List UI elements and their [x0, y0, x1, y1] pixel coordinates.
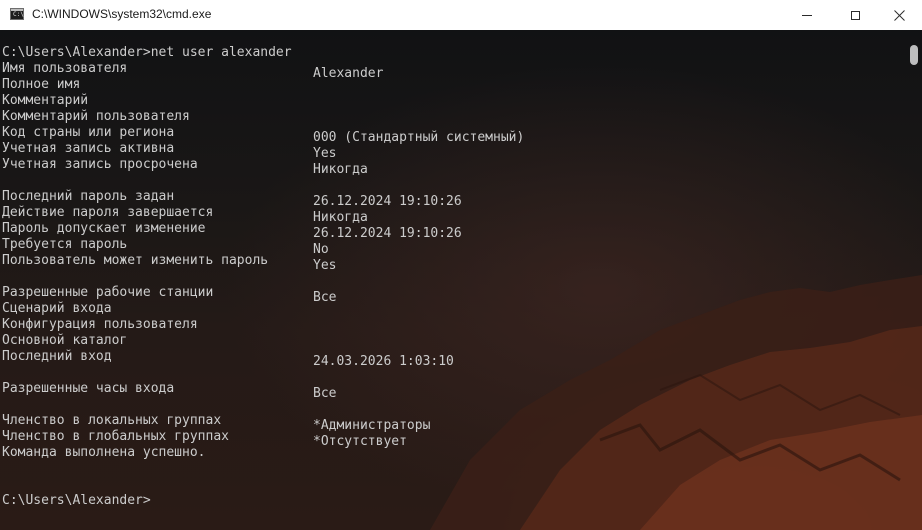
property-label: Разрешенные часы входа — [2, 381, 175, 396]
property-label: Членство в глобальных группах — [2, 429, 229, 444]
property-value: 26.12.2024 19:10:26 — [313, 226, 462, 241]
property-value: Yes — [313, 258, 337, 273]
terminal-property-line: Разрешенные рабочие станции Все — [2, 285, 524, 305]
terminal-property-line: Членство в глобальных группах *Отсутствуе… — [2, 429, 524, 449]
property-label: Членство в локальных группах — [2, 413, 222, 428]
terminal-text-line: Команда выполнена успешно. — [2, 445, 206, 460]
terminal-property-line: Членство в локальных группах *Администрат… — [2, 413, 524, 433]
terminal-command-line: C:\Users\Alexander> — [2, 493, 151, 508]
terminal-output[interactable]: C:\Users\Alexander>net user alexander Имя… — [2, 45, 524, 509]
console-area[interactable]: C:\Users\Alexander>net user alexander Имя… — [0, 30, 922, 530]
property-label: Пароль допускает изменение — [2, 221, 206, 236]
minimize-icon — [802, 14, 812, 16]
terminal-property-line: Пароль допускает изменение 26.12.2024 19:… — [2, 221, 524, 241]
property-label: Комментарий — [2, 93, 89, 108]
close-icon — [893, 9, 905, 21]
terminal-command-line: C:\Users\Alexander>net user alexander — [2, 45, 292, 60]
property-label: Пользователь может изменить пароль — [2, 253, 269, 268]
terminal-property-line: Конфигурация пользователя — [2, 317, 524, 333]
terminal-property-line: Комментарий пользователя — [2, 109, 524, 125]
property-value: 000 (Стандартный системный) — [313, 130, 525, 145]
property-label: Код страны или региона — [2, 125, 175, 140]
terminal-property-line: Основной каталог — [2, 333, 524, 349]
terminal-property-line: Код страны или региона 000 (Стандартный с… — [2, 125, 524, 145]
property-label: Основной каталог — [2, 333, 128, 348]
minimize-button[interactable] — [784, 0, 830, 30]
property-value: Все — [313, 290, 337, 305]
terminal-property-line: Сценарий входа — [2, 301, 524, 317]
close-button[interactable] — [876, 0, 922, 30]
property-label: Разрешенные рабочие станции — [2, 285, 214, 300]
property-label: Действие пароля завершается — [2, 205, 214, 220]
terminal-property-line: Полное имя — [2, 77, 524, 93]
property-value: Alexander — [313, 66, 384, 81]
property-label: Учетная запись просрочена — [2, 157, 198, 172]
property-label: Последний вход — [2, 349, 112, 364]
maximize-button[interactable] — [832, 0, 878, 30]
property-label: Конфигурация пользователя — [2, 317, 198, 332]
cmd-window: C:\ C:\WINDOWS\system32\cmd.exe C:\Users… — [0, 0, 922, 530]
title-bar[interactable]: C:\ C:\WINDOWS\system32\cmd.exe — [0, 0, 922, 30]
console-app-icon[interactable]: C:\ — [10, 8, 24, 20]
property-value: 24.03.2026 1:03:10 — [313, 354, 454, 369]
terminal-property-line: Последний вход 24.03.2026 1:03:10 — [2, 349, 524, 369]
terminal-property-line: Учетная запись просрочена Никогда — [2, 157, 524, 177]
property-label: Имя пользователя — [2, 61, 128, 76]
property-label: Полное имя — [2, 77, 81, 92]
maximize-icon — [850, 10, 860, 20]
terminal-property-line: Разрешенные часы входа Все — [2, 381, 524, 401]
terminal-property-line: Имя пользователя Alexander — [2, 61, 524, 81]
property-value: Никогда — [313, 162, 368, 177]
console-app-icon-glyph: C:\ — [13, 11, 24, 18]
property-label: Учетная запись активна — [2, 141, 175, 156]
property-label: Требуется пароль — [2, 237, 128, 252]
property-label: Комментарий пользователя — [2, 109, 190, 124]
terminal-property-line: Пользователь может изменить пароль Yes — [2, 253, 524, 273]
window-title: C:\WINDOWS\system32\cmd.exe — [32, 7, 212, 21]
terminal-property-line: Комментарий — [2, 93, 524, 109]
scrollbar-thumb[interactable] — [910, 45, 918, 65]
property-value: *Отсутствует — [313, 434, 407, 449]
property-value: Все — [313, 386, 337, 401]
property-label: Сценарий входа — [2, 301, 112, 316]
terminal-property-line: Последний пароль задан 26.12.2024 19:10:2… — [2, 189, 524, 209]
property-label: Последний пароль задан — [2, 189, 175, 204]
